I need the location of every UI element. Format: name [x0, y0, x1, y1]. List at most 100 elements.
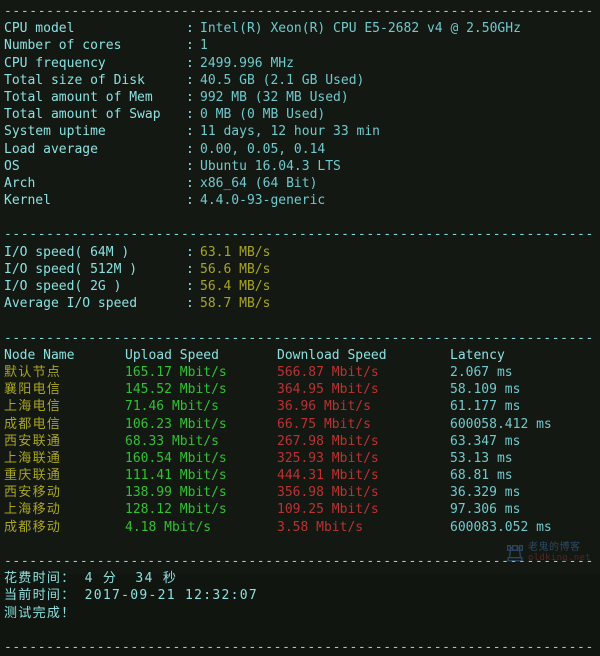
io-label: I/O speed( 512M ): [4, 261, 138, 277]
cell-latency: 53.13 ms: [450, 450, 513, 466]
cell-node-name: 成都移动: [4, 519, 62, 535]
info-label: Total amount of Mem: [4, 89, 153, 105]
io-colon: :: [186, 296, 194, 312]
cell-node-name: 西安移动: [4, 485, 62, 501]
cell-upload-speed: 71.46 Mbit/s: [125, 399, 219, 415]
cell-upload-speed: 68.33 Mbit/s: [125, 433, 219, 449]
cell-latency: 61.177 ms: [450, 399, 521, 415]
status-line: 测试完成！: [4, 605, 76, 621]
column-header-latency: Latency: [450, 347, 505, 363]
io-value: 56.4 MB/s: [200, 279, 271, 294]
info-row: Load average : 0.00, 0.05, 0.14: [4, 141, 596, 158]
info-colon: :: [186, 89, 194, 105]
info-label: CPU model: [4, 21, 75, 37]
table-row: 西安移动 138.99 Mbit/s 356.98 Mbit/s 36.329 …: [4, 484, 596, 501]
info-row: Total amount of Swap : 0 MB (0 MB Used): [4, 106, 596, 123]
info-row: OS : Ubuntu 16.04.3 LTS: [4, 158, 596, 175]
table-row: 上海联通 160.54 Mbit/s 325.93 Mbit/s 53.13 m…: [4, 450, 596, 467]
table-row: 重庆联通 111.41 Mbit/s 444.31 Mbit/s 68.81 m…: [4, 467, 596, 484]
cell-upload-speed: 128.12 Mbit/s: [125, 502, 227, 518]
info-colon: :: [186, 72, 194, 88]
table-row: 成都移动 4.18 Mbit/s 3.58 Mbit/s 600083.052 …: [4, 519, 596, 536]
cell-latency: 600083.052 ms: [450, 519, 552, 535]
cell-node-name: 重庆联通: [4, 468, 62, 484]
cell-node-name: 上海电信: [4, 399, 62, 415]
info-value: 40.5 GB (2.1 GB Used): [200, 72, 365, 88]
info-label: Number of cores: [4, 38, 122, 54]
info-label: Total amount of Swap: [4, 107, 161, 123]
info-value: 2499.996 MHz: [200, 55, 294, 71]
separator-top: ----------------------------------------…: [4, 4, 596, 19]
column-header-download-speed: Download Speed: [277, 347, 387, 363]
cell-node-name: 西安联通: [4, 433, 62, 449]
info-value: 0 MB (0 MB Used): [200, 107, 326, 123]
table-row: 默认节点 165.17 Mbit/s 566.87 Mbit/s 2.067 m…: [4, 364, 596, 381]
info-row: Arch : x86_64 (64 Bit): [4, 175, 596, 192]
info-row: Total size of Disk : 40.5 GB (2.1 GB Use…: [4, 72, 596, 89]
info-row: Number of cores : 1: [4, 37, 596, 54]
info-row: CPU model : Intel(R) Xeon(R) CPU E5-2682…: [4, 20, 596, 37]
system-info-block: CPU model : Intel(R) Xeon(R) CPU E5-2682…: [4, 20, 596, 209]
separator-footer: ----------------------------------------…: [4, 554, 596, 569]
cell-upload-speed: 111.41 Mbit/s: [125, 468, 227, 484]
elapsed-time-line: 花费时间： 4 分 34 秒: [4, 571, 178, 587]
info-label: OS: [4, 158, 20, 174]
table-header-row: Node Name Upload Speed Download Speed La…: [4, 347, 596, 364]
cell-upload-speed: 145.52 Mbit/s: [125, 382, 227, 398]
table-row: 襄阳电信 145.52 Mbit/s 364.95 Mbit/s 58.109 …: [4, 381, 596, 398]
cell-upload-speed: 138.99 Mbit/s: [125, 485, 227, 501]
terminal-window: ----------------------------------------…: [0, 0, 600, 655]
io-colon: :: [186, 261, 194, 277]
terminal-content: ----------------------------------------…: [0, 0, 600, 656]
io-row: I/O speed( 64M ) : 63.1 MB/s: [4, 244, 596, 261]
info-label: Total size of Disk: [4, 72, 145, 88]
separator-bottom: ----------------------------------------…: [4, 639, 596, 655]
cell-node-name: 上海移动: [4, 502, 62, 518]
info-label: Kernel: [4, 193, 51, 209]
cell-download-speed: 3.58 Mbit/s: [277, 519, 364, 535]
info-value: Ubuntu 16.04.3 LTS: [200, 158, 341, 174]
cell-latency: 68.81 ms: [450, 468, 513, 484]
table-row: 上海电信 71.46 Mbit/s 36.96 Mbit/s 61.177 ms: [4, 398, 596, 415]
info-value: 4.4.0-93-generic: [200, 193, 326, 209]
cell-latency: 97.306 ms: [450, 502, 521, 518]
cell-upload-speed: 4.18 Mbit/s: [125, 519, 212, 535]
cell-node-name: 襄阳电信: [4, 382, 62, 398]
info-colon: :: [186, 124, 194, 140]
cell-download-speed: 356.98 Mbit/s: [277, 485, 379, 501]
current-time-line: 当前时间： 2017-09-21 12:32:07: [4, 588, 259, 604]
column-header-upload-speed: Upload Speed: [125, 347, 219, 363]
cell-node-name: 成都电信: [4, 416, 62, 432]
info-colon: :: [186, 141, 194, 157]
cell-latency: 36.329 ms: [450, 485, 521, 501]
table-row: 成都电信 106.23 Mbit/s 66.75 Mbit/s 600058.4…: [4, 416, 596, 433]
info-colon: :: [186, 21, 194, 37]
footer-block: 花费时间： 4 分 34 秒 当前时间： 2017-09-21 12:32:07…: [4, 570, 596, 622]
separator-nodes: ----------------------------------------…: [4, 330, 596, 346]
info-row: CPU frequency : 2499.996 MHz: [4, 55, 596, 72]
info-value: 1: [200, 38, 208, 54]
node-speedtest-table: Node Name Upload Speed Download Speed La…: [4, 347, 596, 536]
info-row: Total amount of Mem : 992 MB (32 MB Used…: [4, 89, 596, 106]
io-label: Average I/O speed: [4, 296, 138, 312]
info-value: Intel(R) Xeon(R) CPU E5-2682 v4 @ 2.50GH…: [200, 21, 521, 37]
table-row: 上海移动 128.12 Mbit/s 109.25 Mbit/s 97.306 …: [4, 501, 596, 518]
cell-latency: 63.347 ms: [450, 433, 521, 449]
io-colon: :: [186, 244, 194, 260]
cell-download-speed: 267.98 Mbit/s: [277, 433, 379, 449]
info-colon: :: [186, 158, 194, 174]
io-speed-block: I/O speed( 64M ) : 63.1 MB/s I/O speed( …: [4, 244, 596, 313]
info-row: Kernel : 4.4.0-93-generic: [4, 192, 596, 209]
cell-download-speed: 566.87 Mbit/s: [277, 364, 379, 380]
io-value: 56.6 MB/s: [200, 261, 271, 277]
io-label: I/O speed( 2G ): [4, 279, 122, 294]
column-header-node-name: Node Name: [4, 347, 75, 363]
cell-download-speed: 364.95 Mbit/s: [277, 382, 379, 398]
io-value: 58.7 MB/s: [200, 296, 271, 312]
info-value: 0.00, 0.05, 0.14: [200, 141, 326, 157]
cell-upload-speed: 160.54 Mbit/s: [125, 450, 227, 466]
cell-latency: 2.067 ms: [450, 364, 513, 380]
info-colon: :: [186, 193, 194, 209]
info-colon: :: [186, 38, 194, 54]
